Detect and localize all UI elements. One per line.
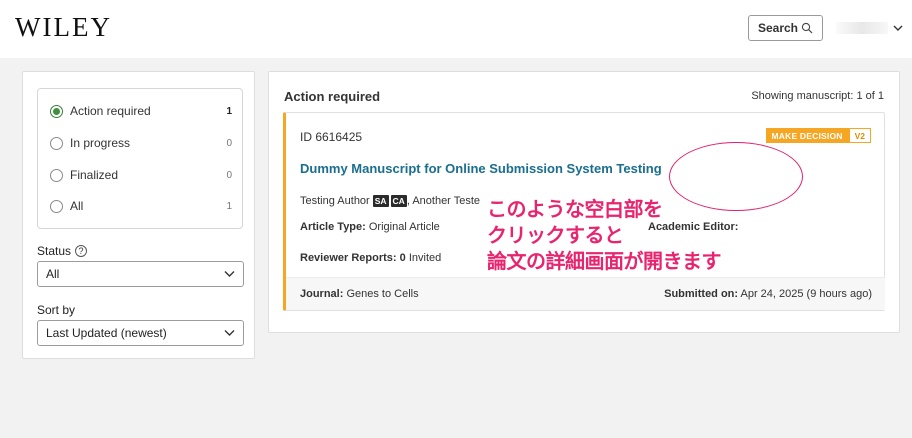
user-name-redacted	[836, 22, 888, 34]
search-button-label: Search	[757, 21, 799, 35]
filter-sidebar: Action required 1 In progress 0 Finalize…	[22, 71, 255, 359]
article-type: Article Type: Original Article	[300, 221, 440, 233]
search-button[interactable]: Search	[748, 15, 823, 41]
filter-action-required[interactable]: Action required 1	[50, 101, 232, 121]
annotation-line: このような空白部を	[487, 197, 663, 221]
status-label-text: Status	[37, 244, 72, 258]
filter-label: In progress	[70, 136, 131, 150]
radio-checked-icon[interactable]	[50, 104, 63, 118]
filter-all[interactable]: All 1	[50, 196, 232, 216]
chevron-down-icon	[224, 271, 235, 277]
reviewer-reports-label: Reviewer Reports:	[300, 252, 397, 264]
status-label: Status ?	[37, 244, 88, 258]
filter-label: All	[70, 199, 84, 213]
filter-label: Action required	[70, 104, 151, 118]
sort-select[interactable]: Last Updated (newest)	[37, 320, 244, 346]
make-decision-badge: MAKE DECISION	[765, 128, 849, 143]
filter-count: 0	[226, 137, 232, 149]
card-footer: Journal: Genes to Cells Submitted on: Ap…	[286, 277, 885, 310]
manuscript-id: ID 6616425	[300, 130, 363, 144]
help-icon[interactable]: ?	[75, 245, 88, 257]
article-type-label: Article Type:	[300, 221, 366, 233]
filter-finalized[interactable]: Finalized 0	[50, 165, 232, 185]
journal-info: Journal: Genes to Cells	[300, 288, 419, 300]
author-name: , Another Teste	[406, 195, 480, 207]
corresponding-author-tag: CA	[390, 195, 407, 207]
journal-value: Genes to Cells	[343, 288, 419, 300]
submitted-label: Submitted on:	[664, 288, 739, 300]
sort-label-text: Sort by	[37, 303, 76, 317]
manuscript-title-link[interactable]: Dummy Manuscript for Online Submission S…	[300, 161, 662, 176]
annotation-line: クリックすると	[487, 223, 624, 247]
reviewer-reports: Reviewer Reports: 0 Invited	[300, 252, 441, 264]
status-select-value: All	[46, 267, 60, 281]
radio-icon[interactable]	[50, 199, 63, 213]
panel-title: Action required	[284, 89, 381, 104]
author-name: Testing Author	[300, 195, 370, 207]
wiley-logo[interactable]: WILEY	[15, 12, 112, 43]
showing-count: Showing manuscript: 1 of 1	[751, 90, 884, 102]
annotation-line: 論文の詳細画面が開きます	[487, 249, 722, 273]
filter-count: 0	[226, 169, 232, 181]
status-select[interactable]: All	[37, 261, 244, 287]
article-type-value: Original Article	[365, 221, 440, 233]
top-header: WILEY Search	[0, 0, 912, 58]
submitted-info: Submitted on: Apr 24, 2025 (9 hours ago)	[664, 288, 872, 300]
journal-label: Journal:	[300, 288, 344, 300]
sort-select-value: Last Updated (newest)	[46, 326, 167, 340]
submitting-author-tag: SA	[372, 195, 389, 207]
radio-icon[interactable]	[50, 136, 63, 150]
sort-label: Sort by	[37, 303, 75, 317]
reviewer-reports-count: 0	[396, 252, 406, 264]
filter-in-progress[interactable]: In progress 0	[50, 133, 232, 153]
chevron-down-icon	[893, 25, 903, 31]
search-icon	[801, 22, 813, 34]
chevron-down-icon	[224, 330, 235, 336]
status-filter-group: Action required 1 In progress 0 Finalize…	[37, 88, 243, 229]
annotation-note: このような空白部を クリックすると 論文の詳細画面が開きます	[487, 196, 722, 274]
filter-label: Finalized	[70, 168, 119, 182]
user-menu[interactable]	[836, 17, 904, 39]
filter-count: 1	[226, 105, 232, 117]
filter-count: 1	[226, 200, 232, 212]
radio-icon[interactable]	[50, 168, 63, 182]
status-badges: MAKE DECISION V2	[765, 128, 871, 143]
author-list: Testing Author SA CA , Another Teste	[300, 195, 480, 207]
version-badge: V2	[848, 128, 871, 143]
reviewer-reports-status: Invited	[405, 252, 442, 264]
submitted-value: Apr 24, 2025 (9 hours ago)	[738, 288, 873, 300]
